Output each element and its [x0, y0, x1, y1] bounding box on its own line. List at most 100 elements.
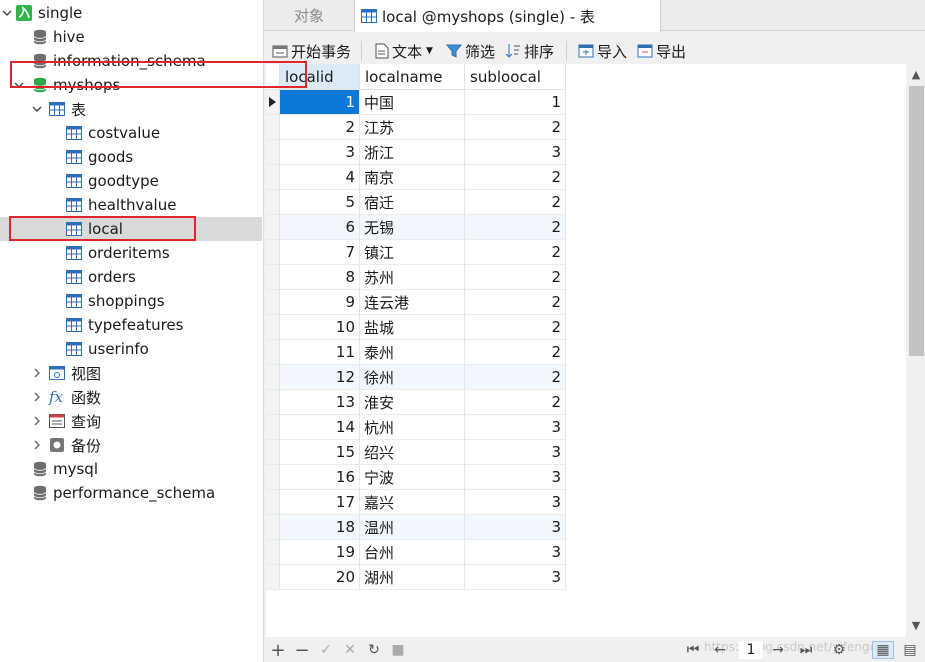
row-indicator[interactable]: [266, 440, 280, 465]
tree-table-orderitems[interactable]: orderitems: [66, 241, 170, 265]
prev-page-icon[interactable]: ←: [711, 641, 729, 659]
tree-table-healthvalue[interactable]: healthvalue: [66, 193, 176, 217]
row-indicator[interactable]: [266, 265, 280, 290]
cell-localname[interactable]: 徐州: [360, 365, 465, 390]
chevron-right-icon[interactable]: [31, 415, 43, 427]
cell-localname[interactable]: 温州: [360, 515, 465, 540]
filter-button[interactable]: 筛选: [446, 40, 495, 62]
row-indicator[interactable]: [266, 565, 280, 590]
page-number-field[interactable]: 1: [739, 641, 763, 659]
cell-subloocal[interactable]: 1: [465, 90, 566, 115]
cell-localname[interactable]: 中国: [360, 90, 465, 115]
row-indicator[interactable]: [266, 115, 280, 140]
vertical-scrollbar[interactable]: ▲ ▼: [906, 64, 925, 637]
tree-db-hive[interactable]: hive: [33, 25, 85, 49]
row-indicator[interactable]: [266, 140, 280, 165]
stop-icon[interactable]: ■: [390, 641, 406, 659]
row-indicator[interactable]: [266, 290, 280, 315]
cell-localname[interactable]: 绍兴: [360, 440, 465, 465]
cell-localid[interactable]: 20: [280, 565, 360, 590]
table-row[interactable]: 6 无锡 2: [266, 215, 566, 240]
cell-localid[interactable]: 3: [280, 140, 360, 165]
cell-localname[interactable]: 泰州: [360, 340, 465, 365]
cell-subloocal[interactable]: 2: [465, 340, 566, 365]
tree-table-goodtype[interactable]: goodtype: [66, 169, 159, 193]
table-row[interactable]: 9 连云港 2: [266, 290, 566, 315]
cell-localname[interactable]: 宿迁: [360, 190, 465, 215]
tree-table-orders[interactable]: orders: [66, 265, 136, 289]
next-page-icon[interactable]: →: [769, 641, 787, 659]
cell-localid[interactable]: 13: [280, 390, 360, 415]
cell-localid[interactable]: 17: [280, 490, 360, 515]
cell-subloocal[interactable]: 3: [465, 565, 566, 590]
cell-subloocal[interactable]: 2: [465, 315, 566, 340]
table-row[interactable]: 3 浙江 3: [266, 140, 566, 165]
chevron-down-icon[interactable]: [1, 7, 13, 19]
cell-subloocal[interactable]: 2: [465, 365, 566, 390]
cell-subloocal[interactable]: 2: [465, 115, 566, 140]
cell-localid[interactable]: 16: [280, 465, 360, 490]
chevron-down-icon[interactable]: [31, 103, 43, 115]
cell-localid[interactable]: 5: [280, 190, 360, 215]
cell-subloocal[interactable]: 3: [465, 415, 566, 440]
cell-localname[interactable]: 无锡: [360, 215, 465, 240]
row-indicator[interactable]: [266, 165, 280, 190]
first-page-icon[interactable]: ⏮: [684, 641, 702, 659]
tree-table-typefeatures[interactable]: typefeatures: [66, 313, 183, 337]
cell-localid[interactable]: 15: [280, 440, 360, 465]
cell-localname[interactable]: 台州: [360, 540, 465, 565]
table-row[interactable]: 5 宿迁 2: [266, 190, 566, 215]
row-indicator[interactable]: [266, 90, 280, 115]
table-row[interactable]: 17 嘉兴 3: [266, 490, 566, 515]
cell-subloocal[interactable]: 2: [465, 215, 566, 240]
cell-localid[interactable]: 9: [280, 290, 360, 315]
table-row[interactable]: 8 苏州 2: [266, 265, 566, 290]
column-header-localname[interactable]: localname: [360, 64, 465, 90]
cell-localid[interactable]: 4: [280, 165, 360, 190]
delete-record-button[interactable]: −: [294, 640, 310, 661]
cell-localid[interactable]: 7: [280, 240, 360, 265]
chevron-right-icon[interactable]: [31, 367, 43, 379]
settings-gear-icon[interactable]: ⚙: [830, 641, 848, 659]
tree-table-costvalue[interactable]: costvalue: [66, 121, 160, 145]
cell-localid[interactable]: 2: [280, 115, 360, 140]
refresh-icon[interactable]: ↻: [366, 641, 382, 659]
tab-objects[interactable]: 对象: [264, 0, 354, 31]
table-row[interactable]: 12 徐州 2: [266, 365, 566, 390]
row-indicator[interactable]: [266, 465, 280, 490]
tree-group-1[interactable]: fx 函数: [49, 385, 101, 409]
row-indicator[interactable]: [266, 365, 280, 390]
table-row[interactable]: 18 温州 3: [266, 515, 566, 540]
cell-localid[interactable]: 1: [280, 90, 360, 115]
tree-group-tables[interactable]: 表: [49, 97, 86, 121]
row-indicator[interactable]: [266, 315, 280, 340]
tree-group-0[interactable]: 视图: [49, 361, 101, 385]
tree-table-goods[interactable]: goods: [66, 145, 133, 169]
tree-group-3[interactable]: 备份: [49, 433, 101, 457]
table-row[interactable]: 7 镇江 2: [266, 240, 566, 265]
cell-localid[interactable]: 10: [280, 315, 360, 340]
table-row[interactable]: 20 湖州 3: [266, 565, 566, 590]
table-row[interactable]: 19 台州 3: [266, 540, 566, 565]
cell-localname[interactable]: 湖州: [360, 565, 465, 590]
row-indicator[interactable]: [266, 240, 280, 265]
cell-localname[interactable]: 淮安: [360, 390, 465, 415]
cell-localname[interactable]: 杭州: [360, 415, 465, 440]
chevron-right-icon[interactable]: [31, 391, 43, 403]
cell-localid[interactable]: 18: [280, 515, 360, 540]
tree-table-shoppings[interactable]: shoppings: [66, 289, 165, 313]
row-indicator[interactable]: [266, 515, 280, 540]
cell-subloocal[interactable]: 2: [465, 290, 566, 315]
row-indicator[interactable]: [266, 390, 280, 415]
table-row[interactable]: 10 盐城 2: [266, 315, 566, 340]
table-row[interactable]: 11 泰州 2: [266, 340, 566, 365]
scroll-up-icon[interactable]: ▲: [910, 68, 922, 81]
discard-changes-button[interactable]: ✕: [342, 641, 358, 659]
table-row[interactable]: 14 杭州 3: [266, 415, 566, 440]
cell-localid[interactable]: 11: [280, 340, 360, 365]
cell-localname[interactable]: 浙江: [360, 140, 465, 165]
sort-button[interactable]: 排序: [505, 40, 554, 62]
scrollbar-thumb[interactable]: [909, 86, 924, 356]
row-indicator[interactable]: [266, 215, 280, 240]
cell-subloocal[interactable]: 2: [465, 190, 566, 215]
